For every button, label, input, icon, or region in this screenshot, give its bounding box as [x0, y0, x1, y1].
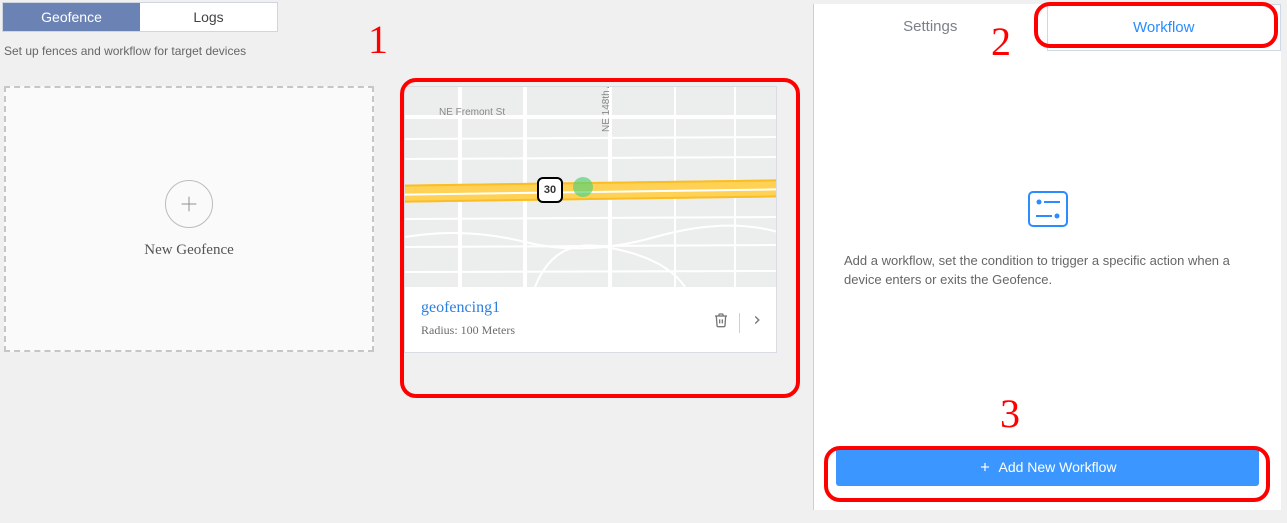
plus-icon — [978, 460, 992, 474]
workflow-icon — [1028, 191, 1068, 232]
geofence-map-thumbnail: 30 NE Fremont St NE 148th Ave — [405, 87, 776, 287]
add-workflow-label: Add New Workflow — [998, 459, 1116, 475]
panel-tabs: Settings Workflow — [814, 4, 1281, 51]
new-geofence-card[interactable]: New Geofence — [4, 86, 374, 352]
tab-settings[interactable]: Settings — [814, 4, 1047, 51]
tab-workflow[interactable]: Workflow — [1047, 4, 1282, 51]
new-geofence-label: New Geofence — [144, 242, 234, 259]
chevron-right-icon[interactable] — [750, 311, 764, 334]
tab-geofence[interactable]: Geofence — [3, 3, 140, 31]
map-label-street: NE Fremont St — [439, 107, 505, 118]
side-panel: Settings Workflow Add a workflow, set th… — [813, 4, 1281, 510]
geofence-card[interactable]: 30 NE Fremont St NE 148th Ave geofencing… — [404, 86, 777, 353]
add-workflow-button[interactable]: Add New Workflow — [836, 448, 1259, 486]
tab-logs[interactable]: Logs — [140, 3, 277, 31]
route-shield: 30 — [537, 177, 563, 203]
geofence-name: geofencing1 — [421, 299, 760, 317]
geofence-radius: Radius: 100 Meters — [421, 323, 760, 338]
separator — [739, 313, 740, 333]
map-label-street: NE 148th Ave — [601, 87, 612, 132]
trash-icon[interactable] — [713, 311, 729, 334]
mode-tabs: Geofence Logs — [2, 2, 278, 32]
geofence-center-marker — [573, 177, 593, 197]
plus-icon — [165, 180, 213, 228]
workflow-empty-text: Add a workflow, set the condition to tri… — [844, 252, 1251, 290]
